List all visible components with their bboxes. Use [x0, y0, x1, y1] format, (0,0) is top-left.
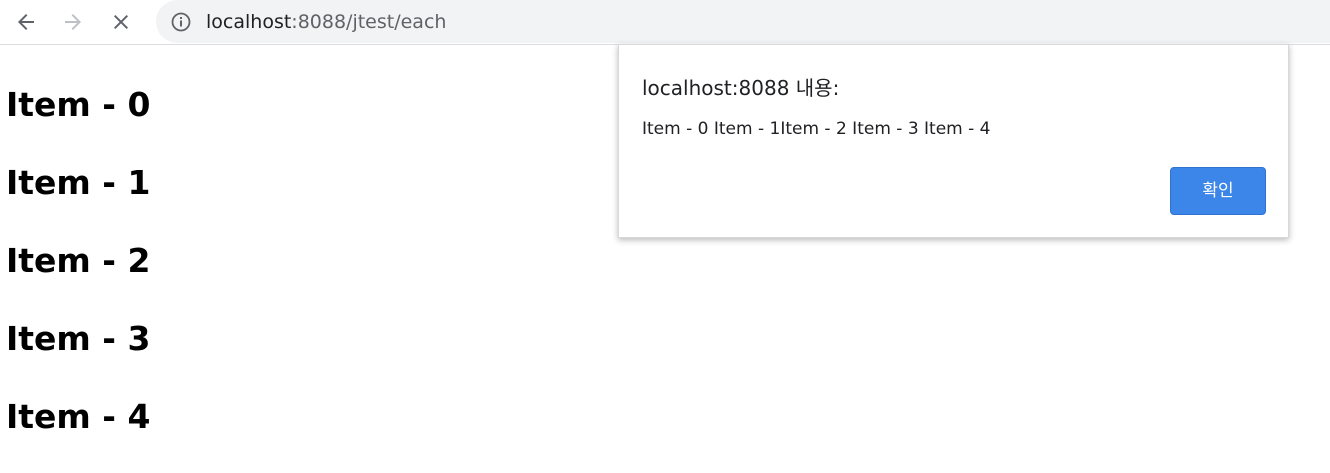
item-heading: Item - 0 [6, 85, 151, 124]
arrow-left-icon [18, 14, 34, 30]
alert-dialog: localhost:8088 내용: Item - 0 Item - 1Item… [618, 44, 1289, 238]
forward-button[interactable] [55, 4, 91, 40]
address-bar[interactable]: localhost:8088/jtest/each [156, 0, 1330, 43]
dialog-title: localhost:8088 내용: [642, 76, 840, 100]
browser-toolbar: localhost:8088/jtest/each [0, 0, 1330, 45]
url-path: :8088/jtest/each [291, 11, 447, 33]
ok-button[interactable]: 확인 [1170, 167, 1266, 215]
arrow-right-icon [65, 14, 81, 30]
back-button[interactable] [8, 4, 44, 40]
item-heading: Item - 2 [6, 241, 151, 280]
item-heading: Item - 4 [6, 397, 151, 436]
url-text[interactable]: localhost:8088/jtest/each [206, 10, 446, 34]
url-host: localhost [206, 11, 292, 33]
dialog-message: Item - 0 Item - 1Item - 2 Item - 3 Item … [642, 119, 991, 139]
close-icon [114, 15, 128, 29]
stop-loading-button[interactable] [103, 4, 139, 40]
info-icon[interactable] [170, 11, 192, 33]
item-heading: Item - 1 [6, 163, 151, 202]
item-heading: Item - 3 [6, 319, 151, 358]
page-content: Item - 0 Item - 1 Item - 2 Item - 3 Item… [6, 80, 150, 470]
